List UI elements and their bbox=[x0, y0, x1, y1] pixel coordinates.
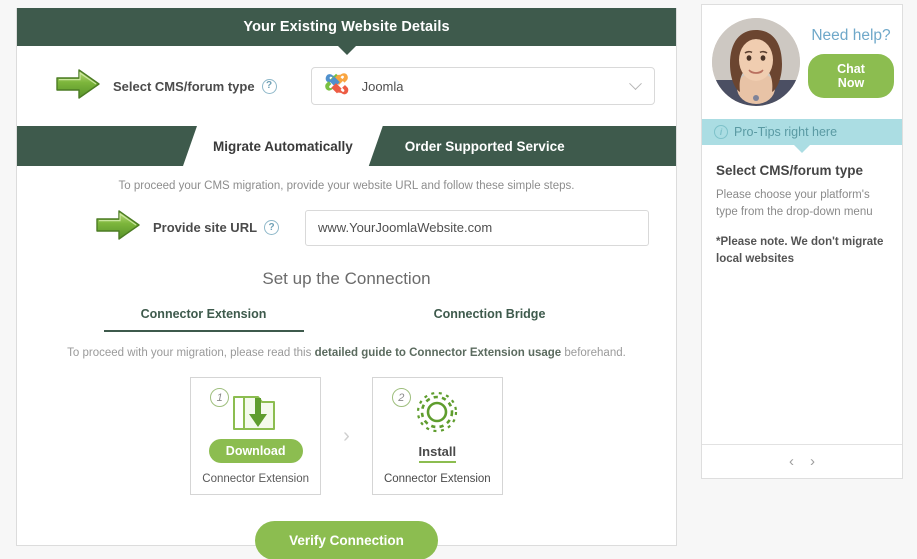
green-arrow-icon bbox=[95, 208, 141, 247]
pro-tips-body: Select CMS/forum type Please choose your… bbox=[702, 145, 902, 444]
step-card-download: 1 Download Connector Extension bbox=[190, 377, 322, 495]
cms-label: Select CMS/forum type bbox=[113, 78, 255, 94]
question-mark-icon[interactable]: ? bbox=[264, 220, 280, 235]
tab-migrate-automatically[interactable]: Migrate Automatically bbox=[183, 126, 383, 166]
joomla-logo-icon bbox=[322, 69, 352, 104]
site-url-label: Provide site URL bbox=[153, 220, 258, 235]
tip-title: Select CMS/forum type bbox=[716, 163, 864, 178]
migration-tabs: Migrate Automatically Order Supported Se… bbox=[17, 126, 676, 166]
install-link[interactable]: Install bbox=[418, 444, 457, 463]
chevron-right-icon[interactable]: › bbox=[810, 453, 815, 470]
chevron-left-icon[interactable]: ‹ bbox=[789, 453, 794, 470]
gear-install-icon bbox=[411, 389, 463, 435]
pro-tips-nav: ‹ › bbox=[702, 444, 902, 478]
subtab-label: Connection Bridge bbox=[433, 307, 546, 321]
connection-method-tabs: Connector Extension Connection Bridge bbox=[17, 307, 676, 332]
guide-text-before: To proceed with your migration, please r… bbox=[67, 347, 315, 359]
need-help-box: Need help? Chat Now bbox=[702, 5, 902, 119]
page-title: Your Existing Website Details bbox=[243, 19, 450, 35]
tip-note: *Please note. We don't migrate local web… bbox=[716, 236, 884, 266]
cms-select[interactable]: Joomla bbox=[310, 67, 655, 105]
step-caption: Connector Extension bbox=[383, 473, 491, 485]
step-number: 2 bbox=[391, 388, 411, 407]
chat-now-button[interactable]: Chat Now bbox=[808, 53, 894, 98]
tab-label: Migrate Automatically bbox=[213, 138, 353, 154]
info-circle-icon: i bbox=[714, 125, 728, 139]
panel-header: Your Existing Website Details bbox=[17, 8, 676, 55]
chevron-down-icon bbox=[628, 77, 642, 91]
green-arrow-icon bbox=[55, 67, 101, 106]
verify-row: Verify Connection bbox=[17, 521, 676, 559]
support-agent-avatar bbox=[712, 18, 800, 106]
pro-tips-label: Pro-Tips right here bbox=[734, 125, 838, 139]
panel-body: To proceed your CMS migration, provide y… bbox=[17, 166, 676, 559]
folder-download-icon bbox=[228, 389, 284, 435]
help-right: Need help? Chat Now bbox=[808, 27, 894, 98]
app-root: Your Existing Website Details Select CMS… bbox=[0, 0, 917, 559]
guide-link[interactable]: detailed guide to Connector Extension us… bbox=[315, 347, 562, 359]
chevron-right-icon: › bbox=[343, 425, 350, 447]
subtab-label: Connector Extension bbox=[140, 307, 267, 321]
help-sidebar: Need help? Chat Now i Pro-Tips right her… bbox=[701, 4, 903, 479]
verify-connection-button[interactable]: Verify Connection bbox=[255, 521, 438, 559]
download-button[interactable]: Download bbox=[208, 439, 303, 463]
intro-text: To proceed your CMS migration, provide y… bbox=[118, 180, 575, 192]
cms-select-row: Select CMS/forum type ? Joomla bbox=[17, 46, 676, 126]
step-number: 1 bbox=[210, 388, 230, 407]
question-mark-icon[interactable]: ? bbox=[261, 78, 277, 94]
guide-text-after: beforehand. bbox=[561, 347, 626, 359]
connector-steps: 1 Download Connector Extension › 2 Insta… bbox=[17, 377, 676, 495]
tab-order-supported-service[interactable]: Order Supported Service bbox=[383, 126, 587, 166]
need-help-label: Need help? bbox=[811, 26, 891, 44]
pro-tips-notch bbox=[794, 145, 810, 153]
pro-tips-banner: i Pro-Tips right here bbox=[702, 119, 902, 153]
tab-label: Order Supported Service bbox=[404, 138, 565, 154]
step-card-install: 2 Install Connector Extension bbox=[371, 377, 503, 495]
cms-selected-value: Joomla bbox=[361, 78, 404, 94]
setup-connection-title: Set up the Connection bbox=[262, 269, 431, 288]
tip-text: Please choose your platform's type from … bbox=[716, 189, 873, 218]
step-caption: Connector Extension bbox=[202, 473, 310, 485]
subtab-connector-extension[interactable]: Connector Extension bbox=[103, 307, 304, 332]
site-url-row: Provide site URL ? bbox=[17, 208, 676, 247]
subtab-connection-bridge[interactable]: Connection Bridge bbox=[390, 307, 590, 332]
site-url-input[interactable] bbox=[305, 209, 650, 246]
existing-website-details-panel: Your Existing Website Details Select CMS… bbox=[16, 8, 677, 559]
guide-line: To proceed with your migration, please r… bbox=[17, 347, 676, 359]
header-notch bbox=[337, 46, 356, 55]
